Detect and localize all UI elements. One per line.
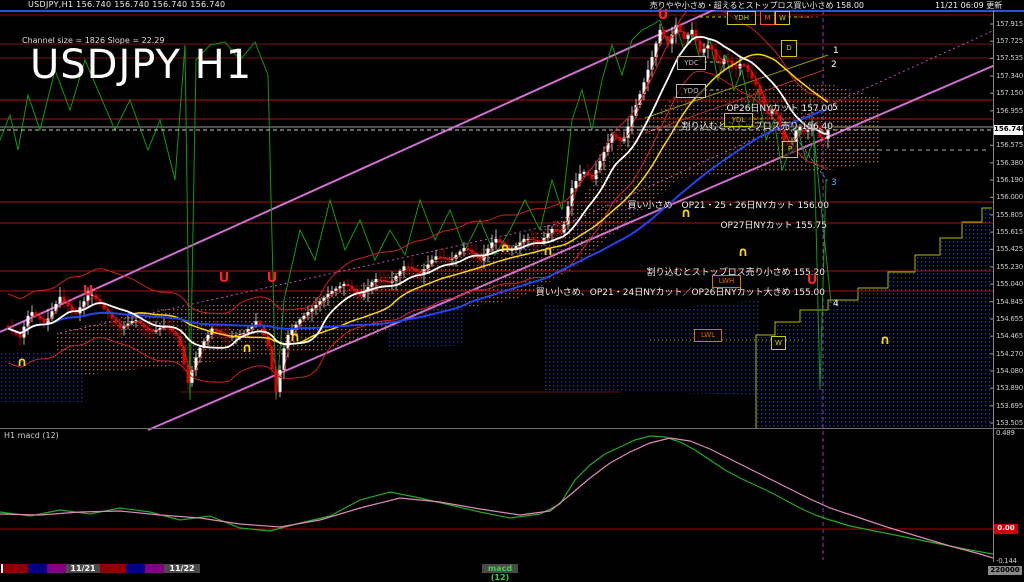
buy-signal-marker: ∩ xyxy=(242,341,253,356)
price-axis-label: 155.425 xyxy=(996,245,1023,253)
sell-signal-marker: U xyxy=(83,284,94,299)
price-axis-label: 154.270 xyxy=(996,350,1023,358)
pivot-label-w: W xyxy=(775,11,790,25)
wave-number-2: 2 xyxy=(831,60,837,70)
macd-zero-tag: 0.00 xyxy=(994,524,1018,534)
price-axis-label: 157.535 xyxy=(996,54,1023,62)
price-axis-label: 154.080 xyxy=(996,367,1023,375)
price-axis-label: 157.150 xyxy=(996,89,1023,97)
price-axis-label: 155.805 xyxy=(996,211,1023,219)
current-price-tag: 156.740 xyxy=(994,125,1023,135)
price-axis-label: 153.890 xyxy=(996,384,1023,392)
price-axis-label: 157.725 xyxy=(996,37,1023,45)
price-axis-label: 156.955 xyxy=(996,107,1023,115)
buy-signal-marker: ∩ xyxy=(681,206,692,221)
buy-signal-marker: ∩ xyxy=(880,333,891,348)
level-annotation: 買い小さめ OP21・25・26日NYカット 156.00 xyxy=(628,198,829,211)
timeline-segment xyxy=(100,564,126,573)
price-axis-label: 156.575 xyxy=(996,141,1023,149)
macd-min-label: -0.144 xyxy=(996,557,1017,565)
wave-number-5: 5 xyxy=(832,103,838,113)
pivot-label-ydc: YDC xyxy=(677,56,706,70)
buy-signal-marker: ∩ xyxy=(500,241,511,256)
price-axis-label: 155.230 xyxy=(996,263,1023,271)
price-axis-label: 156.380 xyxy=(996,159,1023,167)
buy-signal-marker: ∩ xyxy=(543,244,554,259)
pivot-label-p: P xyxy=(782,141,798,158)
pivot-label-lwh: LWH xyxy=(712,275,741,288)
macd-indicator-label: H1 macd (12) xyxy=(4,431,59,440)
pivot-label-lwl: LWL xyxy=(694,329,722,342)
pivot-label-d: D xyxy=(781,40,797,57)
price-axis-line xyxy=(993,10,994,562)
date-label-1122: 11/22 xyxy=(164,564,200,573)
timeline-segment xyxy=(3,564,28,573)
buy-signal-marker: ∩ xyxy=(290,330,301,345)
corner-value-tag: 220000 xyxy=(988,566,1022,575)
level-annotation: 買い小さめ、OP21・24日NYカット／OP26日NYカット大きめ 155.00 xyxy=(536,285,825,298)
subwindow-separator[interactable] xyxy=(0,428,1024,429)
strip-tick xyxy=(1,564,3,573)
price-axis-label: 157.340 xyxy=(996,72,1023,80)
sell-signal-marker: U xyxy=(658,8,669,23)
timeline-segment xyxy=(47,564,66,573)
sell-signal-marker: U xyxy=(267,271,278,286)
price-axis-label: 157.915 xyxy=(996,20,1023,28)
price-axis-label: 155.040 xyxy=(996,280,1023,288)
buy-signal-marker: ∩ xyxy=(738,245,749,260)
timeline-segment xyxy=(145,564,164,573)
price-axis-label: 154.845 xyxy=(996,298,1023,306)
timeline-segment xyxy=(28,564,47,573)
chart-title: USDJPY H1 xyxy=(30,42,252,88)
sell-signal-marker: U xyxy=(219,271,230,286)
timeline-segment xyxy=(126,564,145,573)
price-axis-label: 153.505 xyxy=(996,419,1023,427)
price-axis-label: 156.190 xyxy=(996,176,1023,184)
macd-strip-tag: macd (12) xyxy=(482,564,518,582)
buy-signal-marker: ∩ xyxy=(17,355,28,370)
price-axis-label: 155.615 xyxy=(996,228,1023,236)
level-annotation: 割り込むとストップロス売り 156.40 xyxy=(682,119,833,132)
wave-number-1: 1 xyxy=(833,46,839,56)
date-label-1121: 11/21 xyxy=(66,564,100,573)
sell-signal-marker: U xyxy=(807,273,818,288)
wave-number-4: 4 xyxy=(833,299,839,309)
pivot-label-m: M xyxy=(760,11,775,25)
wave-number-3: 3 xyxy=(831,178,837,188)
price-axis-label: 156.000 xyxy=(996,193,1023,201)
price-axis-label: 154.655 xyxy=(996,315,1023,323)
level-annotation: OP27日NYカット 155.75 xyxy=(720,218,827,231)
pivot-label-w: W xyxy=(771,336,786,350)
price-axis-label: 153.695 xyxy=(996,402,1023,410)
pivot-label-ydo: YDO xyxy=(676,84,706,98)
pivot-label-ydl: YDL xyxy=(724,113,753,127)
price-axis-label: 154.465 xyxy=(996,332,1023,340)
mt4-chart-window: USDJPY,H1 156.740 156.740 156.740 156.74… xyxy=(0,0,1024,576)
macd-max-label: 0.489 xyxy=(996,429,1015,437)
timeline-strip[interactable]: 11/2111/22macd (12) xyxy=(0,562,1024,576)
pivot-label-ydh: YDH xyxy=(727,11,756,25)
